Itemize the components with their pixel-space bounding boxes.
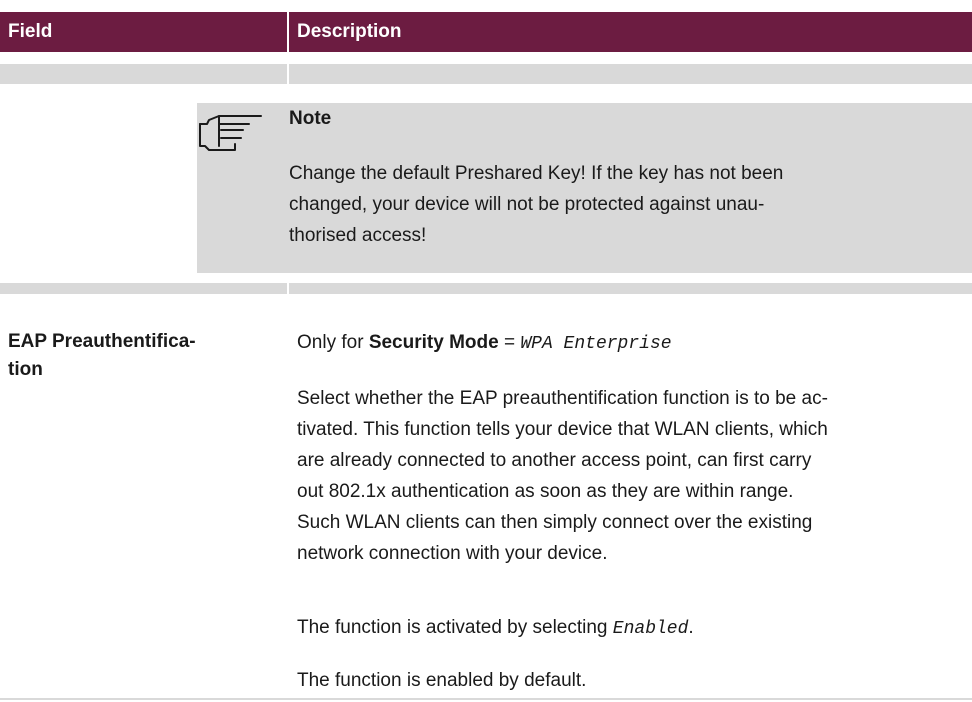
pointing-hand-icon	[199, 115, 262, 151]
note-text-line: thorised access!	[289, 225, 427, 246]
paragraph-line: Such WLAN clients can then simply connec…	[297, 512, 813, 533]
header-divider	[287, 12, 289, 52]
field-name-line: EAP Preauthentifica-	[8, 331, 196, 352]
field-name: EAP Preauthentifica- tion	[8, 328, 268, 384]
paragraph-line: Select whether the EAP preauthentificati…	[297, 388, 828, 409]
field-name-line: tion	[8, 359, 43, 380]
default-line: The function is enabled by default.	[297, 670, 587, 691]
paragraph-line: tivated. This function tells your device…	[297, 419, 828, 440]
row-separator	[0, 283, 972, 294]
description-paragraph: Select whether the EAP preauthentificati…	[297, 383, 967, 569]
note-text-line: Change the default Preshared Key! If the…	[289, 163, 784, 184]
column-divider	[287, 64, 289, 84]
row-strip-top	[0, 64, 972, 84]
only-for-prefix: Only for	[297, 332, 369, 353]
note-title: Note	[289, 108, 332, 129]
paragraph-line: out 802.1x authentication as soon as the…	[297, 481, 794, 502]
note-text-line: changed, your device will not be protect…	[289, 194, 765, 215]
only-for-line: Only for Security Mode = WPA Enterprise	[297, 327, 967, 360]
bottom-rule	[0, 698, 972, 700]
activation-line: The function is activated by selecting E…	[297, 612, 967, 645]
note-text: Change the default Preshared Key! If the…	[289, 158, 949, 251]
enabled-value: Enabled	[612, 619, 689, 639]
security-mode-value: WPA Enterprise	[520, 334, 672, 354]
paragraph-line: are already connected to another access …	[297, 450, 812, 471]
activation-suffix: .	[688, 617, 694, 638]
header-field: Field	[8, 21, 53, 42]
security-mode-label: Security Mode	[368, 332, 499, 353]
paragraph-line: network connection with your device.	[297, 543, 608, 564]
table-header: Field Description	[0, 12, 972, 52]
activation-prefix: The function is activated by selecting	[297, 617, 613, 638]
equals-sign: =	[498, 332, 521, 353]
column-divider	[287, 283, 289, 294]
header-description: Description	[297, 21, 402, 42]
